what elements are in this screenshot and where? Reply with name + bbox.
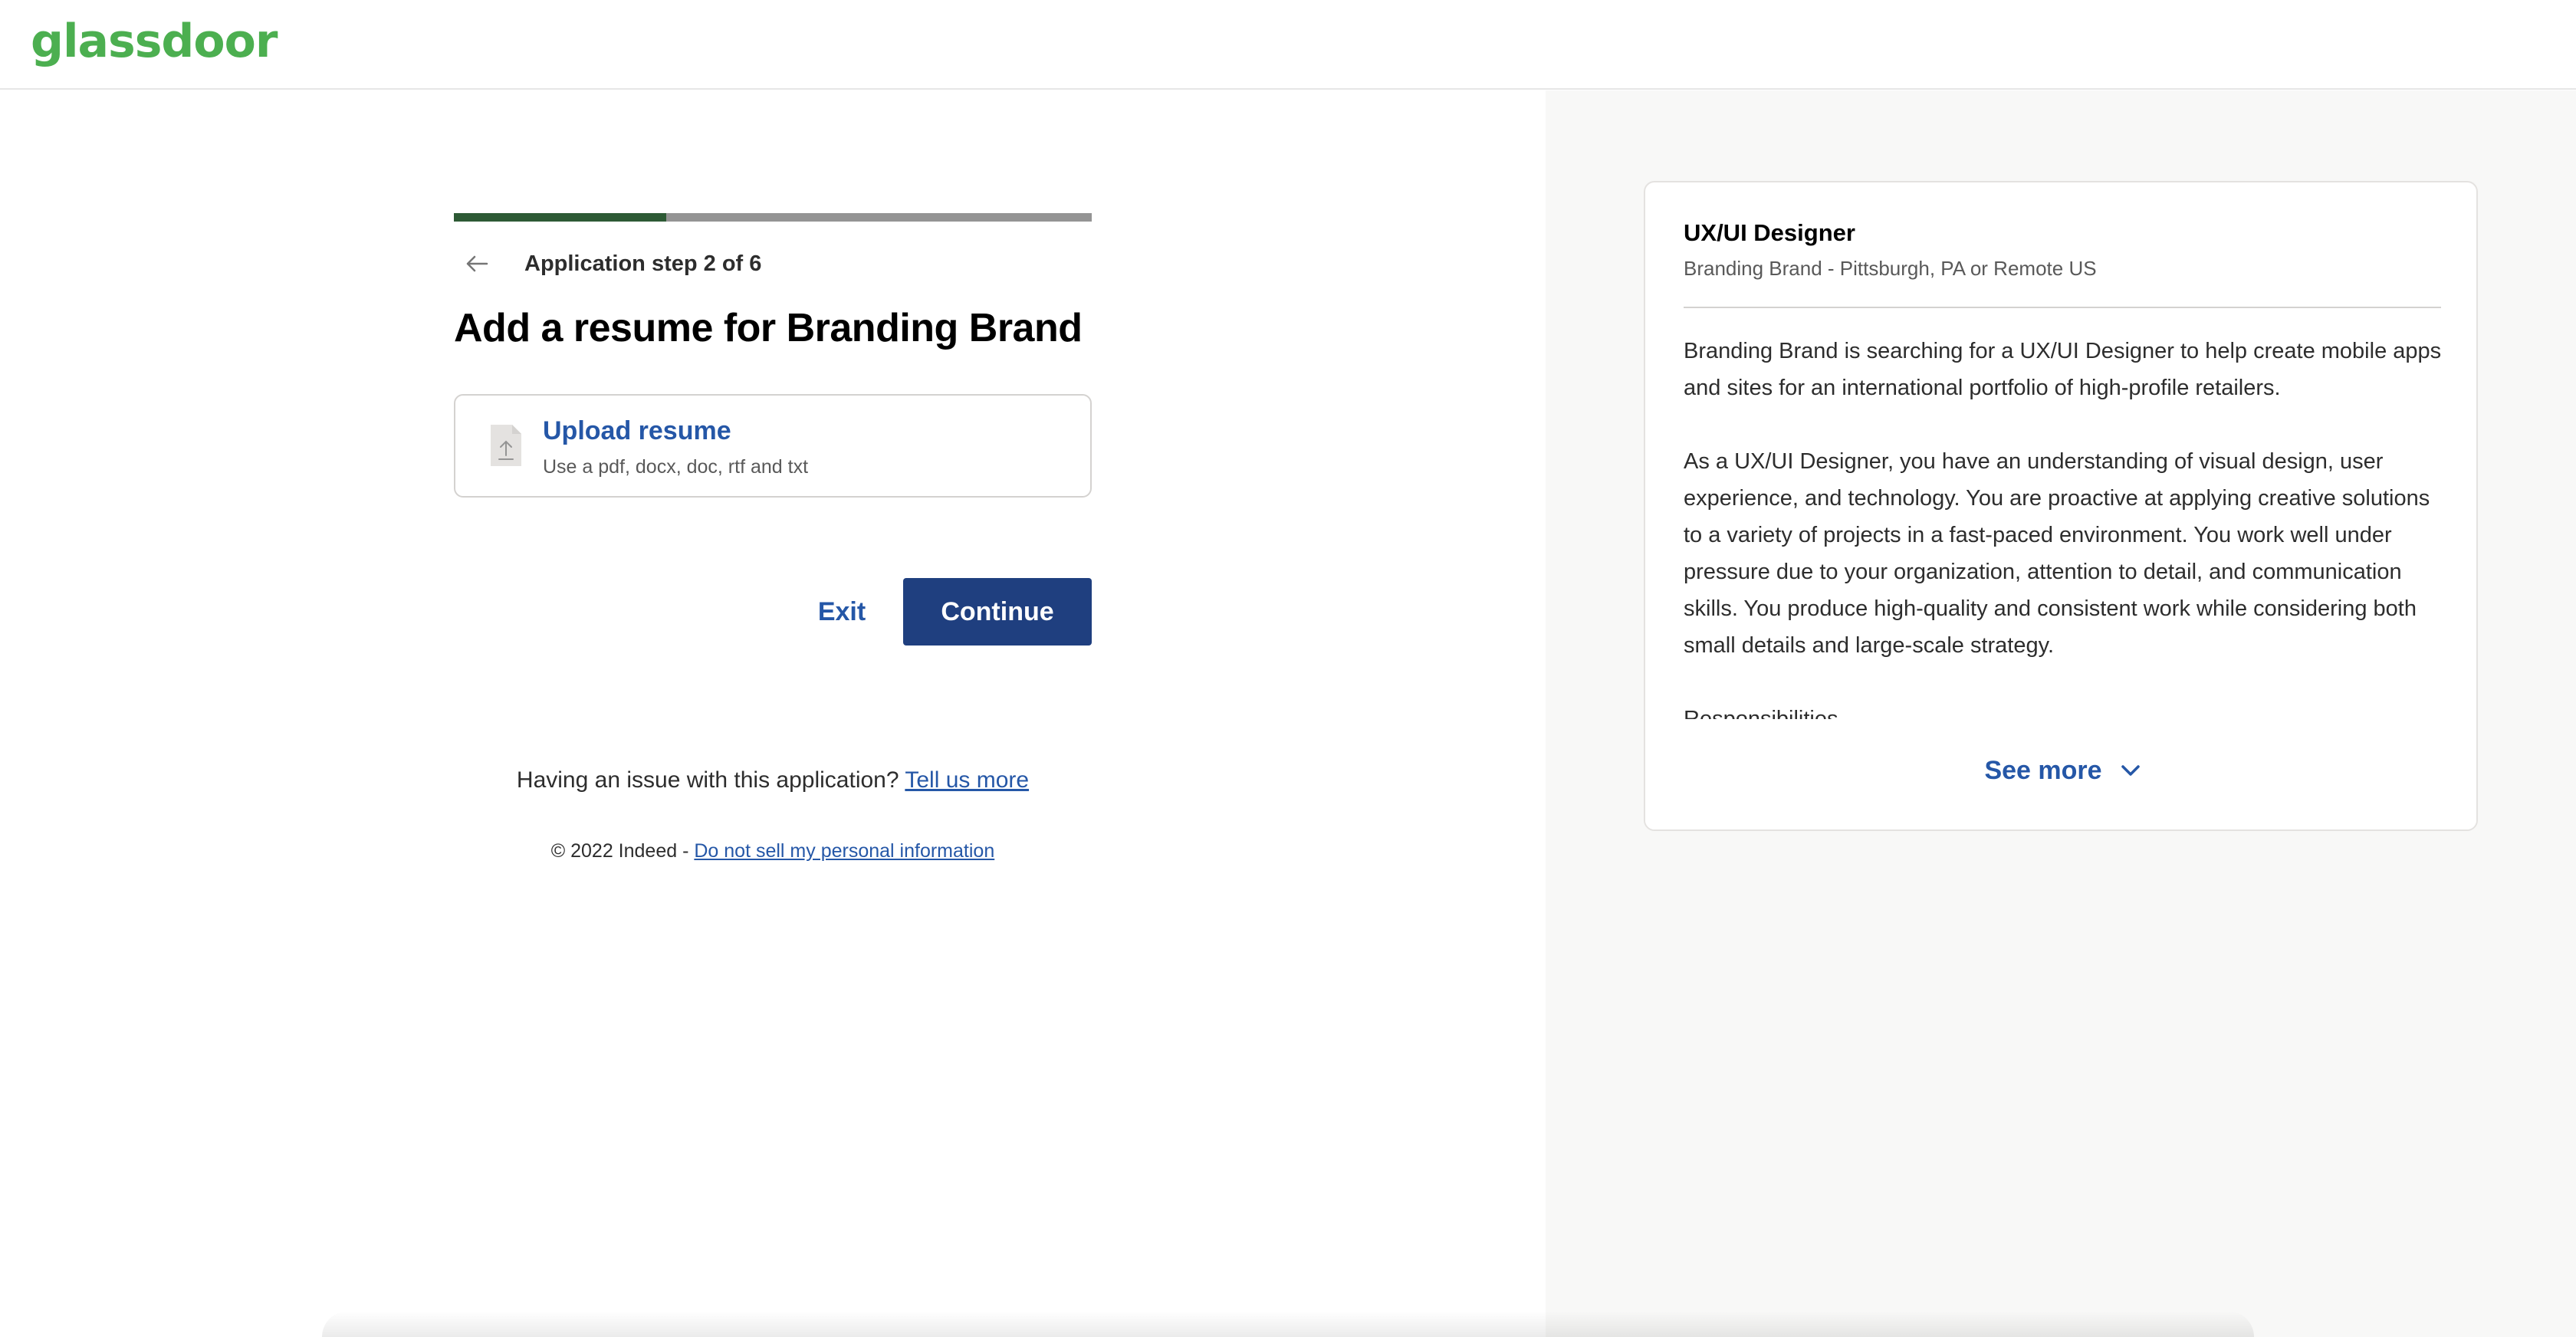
page-title: Add a resume for Branding Brand [454,306,1083,350]
top-bar: glassdoor [0,0,2576,90]
bottom-shadow [322,1311,2254,1337]
upload-resume-title: Upload resume [543,416,731,445]
see-more-label: See more [1984,755,2102,785]
tell-us-more-link[interactable]: Tell us more [905,767,1029,793]
issue-prompt: Having an issue with this application? [516,767,899,793]
copyright-text: © 2022 Indeed - [550,840,689,862]
see-more-button[interactable]: See more [1952,750,2173,791]
description-paragraph: As a UX/UI Designer, you have an underst… [1684,449,2430,658]
upload-resume-hint: Use a pdf, docx, doc, rtf and txt [543,456,809,478]
job-card: UX/UI Designer Branding Brand - Pittsbur… [1644,181,2478,831]
arrow-left-icon [466,255,488,272]
exit-button[interactable]: Exit [797,578,886,646]
description-paragraph: Branding Brand is searching for a UX/UI … [1684,339,2442,400]
chevron-down-icon [2121,765,2140,776]
glassdoor-logo[interactable]: glassdoor [31,14,278,69]
file-upload-icon [491,425,521,466]
issue-text: Having an issue with this application? T… [454,762,1092,799]
continue-button[interactable]: Continue [903,578,1092,646]
do-not-sell-link[interactable]: Do not sell my personal information [694,840,994,862]
application-panel [0,90,1546,1337]
back-button[interactable] [458,245,495,282]
job-company-location: Branding Brand - Pittsburgh, PA or Remot… [1684,257,2097,280]
step-indicator: Application step 2 of 6 [524,251,762,276]
footer: © 2022 Indeed - Do not sell my personal … [454,837,1092,865]
divider [1684,307,2441,308]
progress-bar-fill [454,213,667,222]
progress-bar [454,213,1092,222]
job-title: UX/UI Designer [1684,219,1855,246]
upload-resume-button[interactable]: Upload resume Use a pdf, docx, doc, rtf … [454,394,1092,498]
